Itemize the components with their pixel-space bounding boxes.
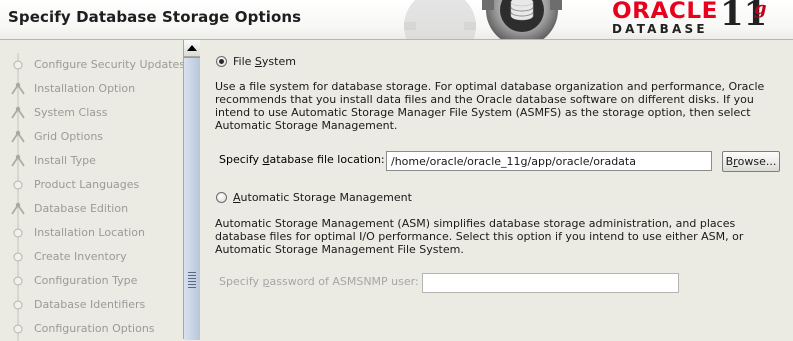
database-file-location-input[interactable] <box>386 151 712 171</box>
step-pending-icon <box>13 245 23 269</box>
step-label: Database Edition <box>34 202 129 215</box>
oracle-logo: ORACLE <box>612 0 718 24</box>
step-configure-security-updates: Configure Security Updates <box>0 52 186 77</box>
step-label: Grid Options <box>34 130 104 143</box>
page-title: Specify Database Storage Options <box>8 8 302 26</box>
step-pending-icon <box>13 293 23 317</box>
step-database-identifiers: Database Identifiers <box>0 292 183 317</box>
database-file-location-label: Specify database file location: <box>219 153 385 166</box>
step-label: Configure Security Updates <box>34 58 186 71</box>
step-install-type: Install Type <box>0 148 183 173</box>
storage-options-panel: File System Use a file system for databa… <box>200 40 793 339</box>
step-label: Installation Option <box>34 82 136 95</box>
step-grid-options: Grid Options <box>0 124 183 149</box>
step-completed-icon <box>11 125 25 149</box>
oracle-logo-version-suffix: g <box>754 0 767 19</box>
browse-button[interactable]: Br owse... <box>722 151 780 172</box>
grip-icon <box>188 272 196 290</box>
step-installation-location: Installation Location <box>0 220 183 245</box>
step-label: Install Type <box>34 154 96 167</box>
step-system-class: System Class <box>0 100 183 125</box>
step-pending-icon <box>13 269 23 293</box>
asmsnmp-password-label: Specify password of ASMSNMP user: <box>219 275 419 288</box>
step-pending-icon <box>13 317 23 341</box>
step-installation-option: Installation Option <box>0 76 183 101</box>
scrollbar-thumb[interactable] <box>184 57 200 340</box>
step-label: System Class <box>34 106 108 119</box>
asm-radio[interactable] <box>216 192 227 203</box>
step-pending-icon <box>13 173 23 197</box>
file-system-radio-label[interactable]: File System <box>233 55 296 68</box>
step-label: Create Inventory <box>34 250 127 263</box>
asm-radio-label[interactable]: Automatic Storage Management <box>233 191 412 204</box>
step-label: Configuration Type <box>34 274 138 287</box>
step-product-languages: Product Languages <box>0 172 183 197</box>
arrow-up-icon <box>187 45 197 51</box>
step-completed-icon <box>11 101 25 125</box>
step-configuration-type: Configuration Type <box>0 268 183 293</box>
asm-description: Automatic Storage Management (ASM) simpl… <box>215 217 744 256</box>
step-label: Installation Location <box>34 226 145 239</box>
asm-option[interactable]: Automatic Storage Management <box>216 191 412 204</box>
step-pending-icon <box>13 221 23 245</box>
file-system-description: Use a file system for database storage. … <box>215 80 765 132</box>
step-label: Product Languages <box>34 178 140 191</box>
oracle-logo-database-text: DATABASE <box>612 22 708 36</box>
gear-graphic-icon <box>404 0 562 39</box>
asmsnmp-password-input[interactable] <box>422 273 679 293</box>
step-completed-icon <box>11 149 25 173</box>
step-label: Database Identifiers <box>34 298 146 311</box>
step-create-inventory: Create Inventory <box>0 244 183 269</box>
header-bar: Specify Database Storage Options ORACLE … <box>0 0 793 40</box>
step-label: Configuration Options <box>34 322 155 335</box>
step-configuration-options: Configuration Options <box>0 316 183 341</box>
step-database-edition: Database Edition <box>0 196 183 221</box>
scroll-up-button[interactable] <box>184 40 200 57</box>
step-pending-icon <box>13 53 23 77</box>
file-system-option[interactable]: File System <box>216 55 296 68</box>
steps-sidebar: Configure Security Updates Installation … <box>0 40 186 341</box>
step-completed-icon <box>11 197 25 221</box>
step-completed-icon <box>11 77 25 101</box>
file-system-radio[interactable] <box>216 56 227 67</box>
sidebar-scrollbar[interactable] <box>183 40 201 340</box>
